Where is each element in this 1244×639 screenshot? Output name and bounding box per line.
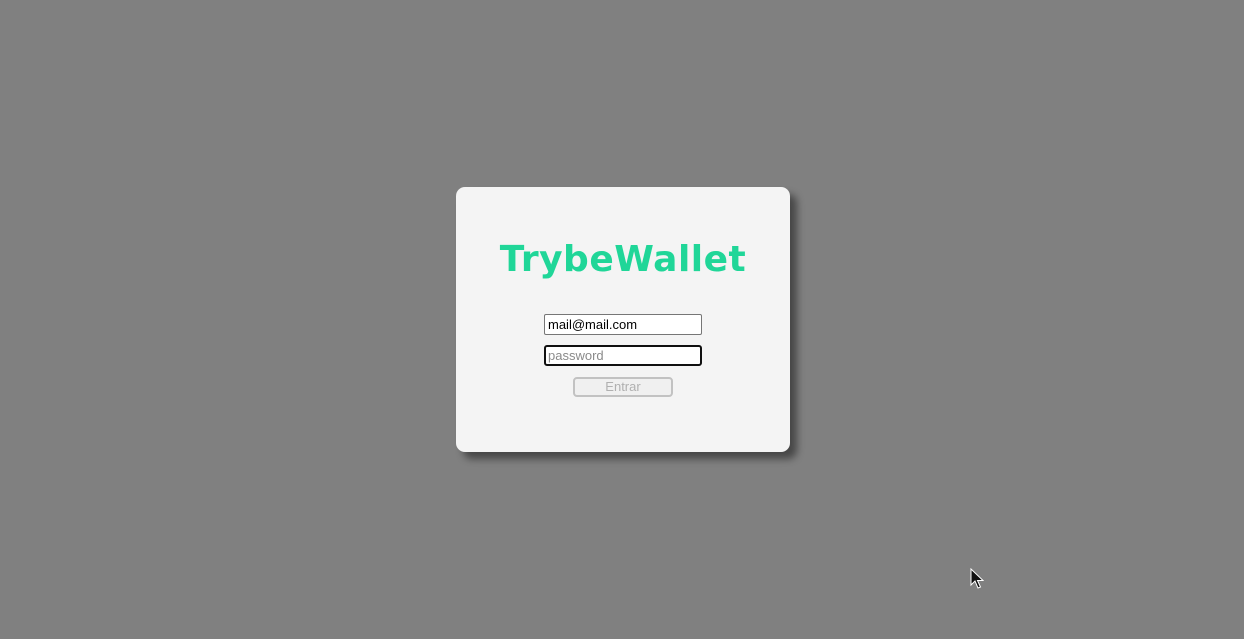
login-card: TrybeWallet Entrar: [456, 187, 790, 452]
mouse-pointer-icon: [970, 568, 984, 589]
email-input[interactable]: [544, 314, 702, 335]
login-page: TrybeWallet Entrar: [0, 0, 1244, 639]
password-input[interactable]: [544, 345, 702, 366]
login-button[interactable]: Entrar: [573, 377, 673, 397]
brand-title: TrybeWallet: [499, 239, 747, 280]
